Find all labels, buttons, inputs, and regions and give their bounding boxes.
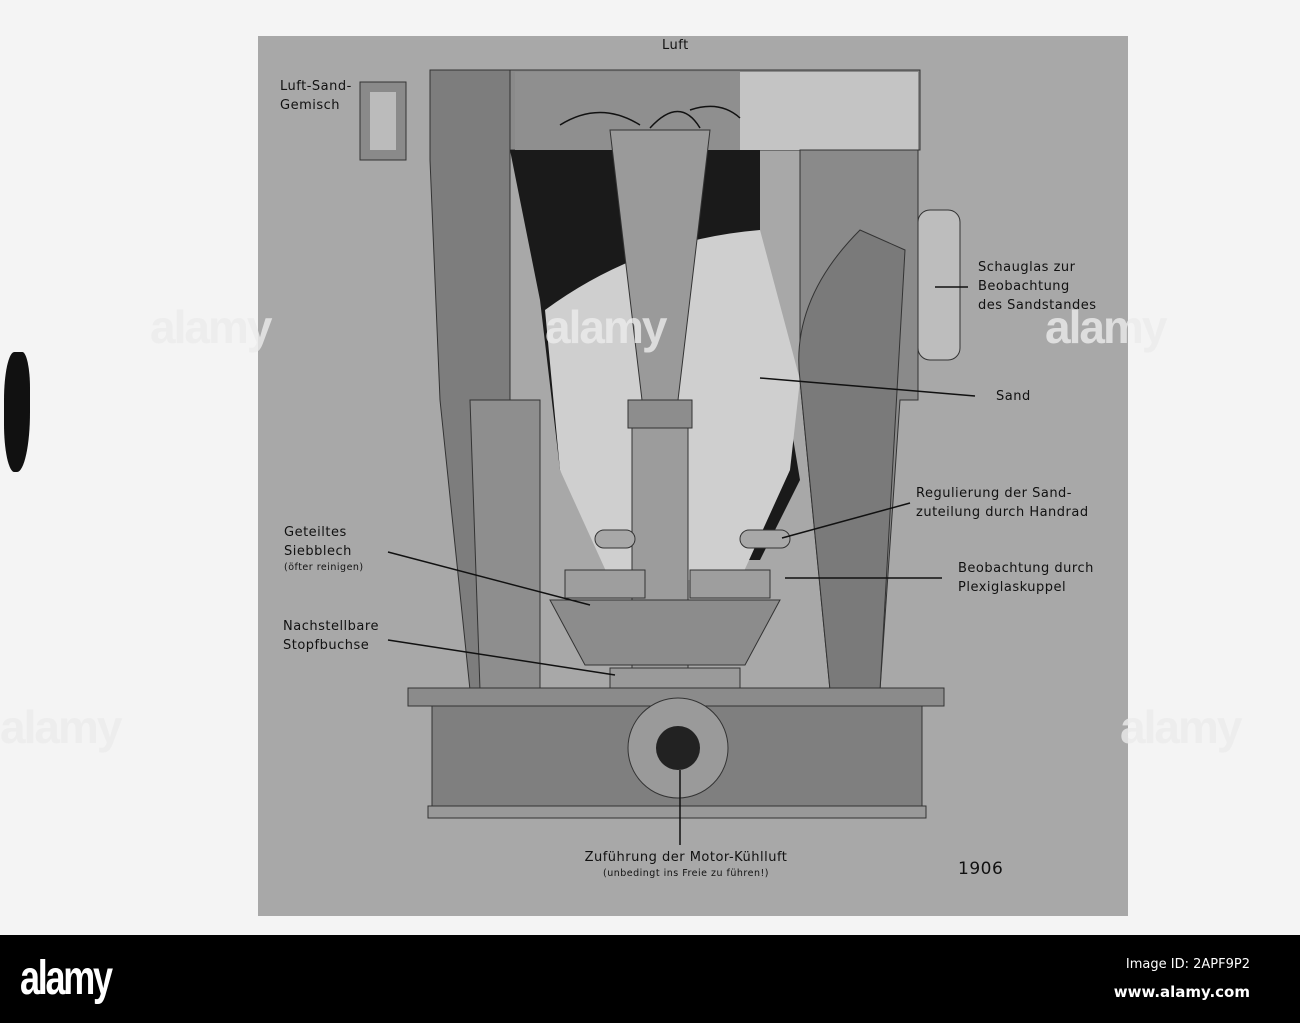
label-note: (öfter reinigen) [284,562,364,573]
label-line: Regulierung der Sand- [916,486,1072,501]
label-line: Zuführung der Motor-Kühlluft [584,850,788,865]
label-line: Geteiltes [284,525,347,540]
label-beobachtung: Beobachtung durch Plexiglaskuppel [958,559,1094,597]
sand-top [740,72,918,150]
sand-separator-illustration [359,69,976,845]
label-sand: Sand [996,389,1031,404]
label-zufuehrung: Zuführung der Motor-Kühlluft (unbedingt … [566,848,806,881]
label-siebblech: Geteiltes Siebblech (öfter reinigen) [284,523,364,575]
figure-number: 1906 [958,859,1004,879]
alamy-logo: alamy [20,952,113,1005]
handwheel-left [594,529,636,549]
label-line: Stopfbuchse [283,638,370,653]
label-line: Siebblech [284,544,352,559]
sieve-housing [549,599,781,666]
watermark: alamy [1045,301,1167,353]
label-line: Gemisch [280,98,341,113]
handwheel-right [739,529,791,549]
label-luft: Luft [662,38,689,53]
label-line: Plexiglaskuppel [958,580,1067,595]
label-line: Beobachtung durch [958,561,1094,576]
watermark: alamy [545,301,667,353]
stuffing-box [609,667,741,691]
watermark: alamy [0,701,122,753]
label-note: (unbedingt ins Freie zu führen!) [602,868,770,879]
label-line: Luft-Sand- [280,79,352,94]
label-line: zuteilung durch Handrad [916,505,1089,520]
sight-glass [917,209,961,361]
label-line: Schauglas zur [978,260,1076,275]
watermark: alamy [1120,701,1242,753]
watermark: alamy [150,301,272,353]
label-stopfbuchse: Nachstellbare Stopfbuchse [283,617,379,655]
label-line: Beobachtung [978,279,1070,294]
site-url: www.alamy.com [1113,983,1250,1001]
label-luft-sand-gemisch: Luft-Sand- Gemisch [280,77,352,115]
footer-bar: alamy Image ID: 2APF9P2 www.alamy.com [0,935,1300,1023]
label-regulierung: Regulierung der Sand- zuteilung durch Ha… [916,484,1089,522]
image-id: Image ID: 2APF9P2 [1125,957,1250,972]
label-line: Nachstellbare [283,619,379,634]
